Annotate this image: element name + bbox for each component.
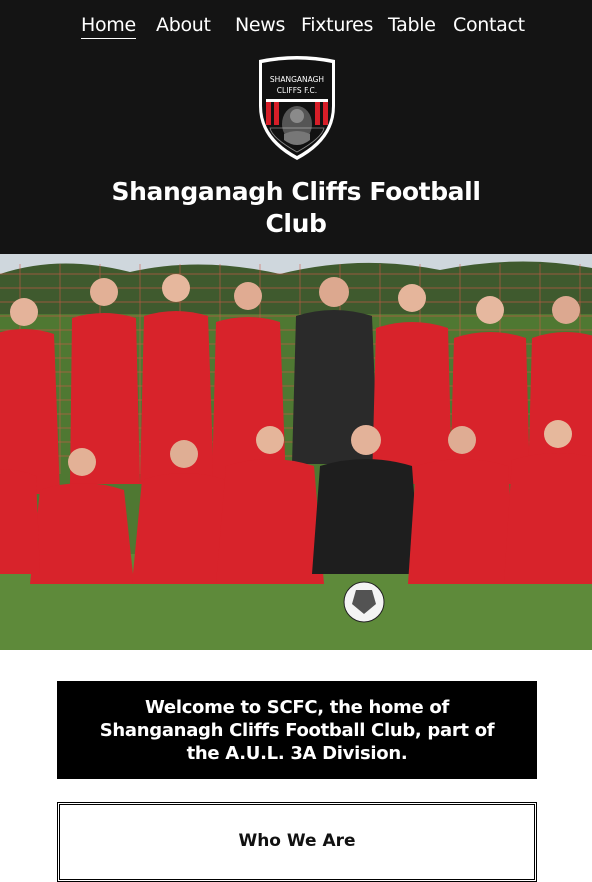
site-title: Shanganagh Cliffs Football Club — [111, 177, 481, 238]
nav-contact[interactable]: Contact — [453, 12, 525, 38]
hero-team-photo — [0, 254, 592, 650]
nav-table[interactable]: Table — [388, 12, 436, 38]
who-we-are-heading: Who We Are — [238, 831, 356, 851]
crest-text-line2: CLIFFS F.C. — [277, 86, 317, 95]
team-photo-image — [0, 254, 592, 650]
nav-about[interactable]: About — [156, 12, 211, 38]
club-crest-logo[interactable]: SHANGANAGH CLIFFS F.C. — [256, 54, 338, 162]
nav-home[interactable]: Home — [81, 12, 136, 39]
nav-fixtures[interactable]: Fixtures — [301, 12, 373, 38]
crest-text-line1: SHANGANAGH — [270, 75, 324, 84]
site-header: Home About News Fixtures Table Contact S… — [0, 0, 592, 254]
welcome-banner: Welcome to SCFC, the home of Shanganagh … — [57, 681, 537, 779]
nav-news[interactable]: News — [235, 12, 285, 38]
main-nav: Home About News Fixtures Table Contact — [0, 12, 592, 40]
who-we-are-section: Who We Are — [57, 802, 537, 882]
